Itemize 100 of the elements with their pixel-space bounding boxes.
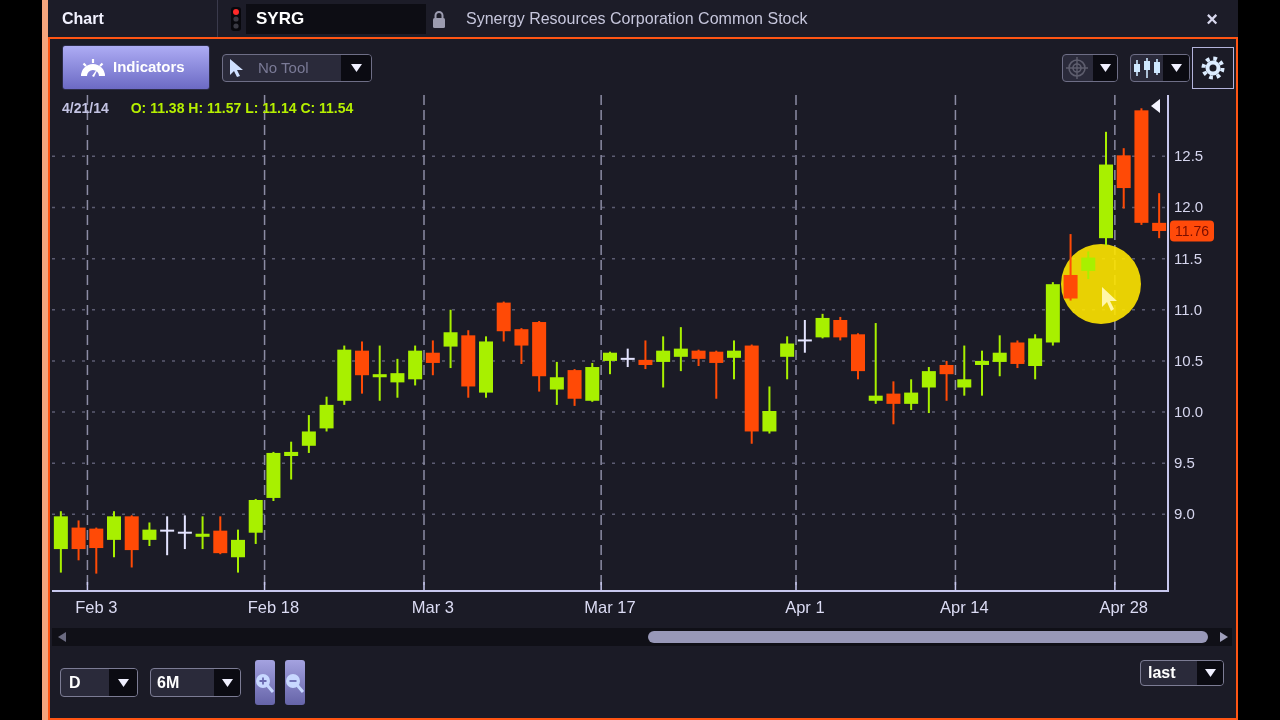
candlestick: [408, 345, 423, 386]
candlestick: [107, 511, 121, 558]
candlestick: [1063, 234, 1078, 301]
settings-icon: [1201, 56, 1225, 80]
scroll-left-icon[interactable]: [58, 632, 66, 642]
zoom-out-icon: [285, 671, 305, 694]
candlestick: [833, 316, 848, 341]
price-label: 10.5: [1174, 351, 1204, 369]
candlestick: [284, 441, 299, 480]
caret-down-icon: [1170, 64, 1182, 72]
scrollbar-track[interactable]: [52, 628, 1232, 646]
candlestick: [1010, 340, 1025, 369]
candlestick: [815, 313, 830, 339]
caret-down-icon: [1204, 669, 1216, 677]
candlestick: [585, 362, 600, 402]
price-label: 9.5: [1174, 454, 1195, 472]
scroll-right-icon[interactable]: [1220, 632, 1228, 642]
candlestick-icon: [1133, 58, 1161, 78]
date-label: Apr 1: [785, 598, 825, 616]
panel-title: Chart: [62, 8, 104, 29]
candlestick: [213, 516, 228, 555]
candlestick: [656, 336, 671, 388]
price-label: 12.5: [1174, 147, 1204, 165]
candlestick: [638, 340, 653, 370]
close-button[interactable]: ×: [1206, 8, 1218, 29]
candlestick: [160, 516, 175, 556]
caret-down-icon: [1099, 64, 1111, 72]
settings-button[interactable]: [1192, 47, 1234, 89]
scrollbar-thumb[interactable]: [648, 631, 1208, 643]
date-label: Feb 18: [247, 598, 300, 616]
candlestick: [177, 515, 192, 550]
candlestick: [355, 341, 369, 394]
candlestick: [549, 361, 564, 405]
candlestick: [603, 351, 617, 375]
candlestick: [479, 336, 493, 398]
lock-icon: [432, 9, 446, 28]
candlestick: [425, 340, 440, 376]
candlestick: [142, 522, 157, 546]
candlestick: [886, 381, 901, 425]
symbol-field[interactable]: SYRG: [246, 3, 426, 34]
range-dropdown[interactable]: 6M: [150, 668, 241, 697]
price-label: 11.0: [1174, 300, 1203, 318]
chart-style-dropdown[interactable]: [1130, 54, 1190, 82]
price-label: 9.0: [1174, 505, 1195, 523]
candlestick: [851, 333, 865, 380]
candlestick: [319, 396, 334, 432]
candlestick: [727, 340, 741, 380]
candlestick: [1045, 282, 1060, 346]
mouse-pointer-icon: [1102, 287, 1117, 311]
candlestick: [1116, 148, 1131, 209]
price-label: 10.0: [1174, 403, 1204, 421]
speedometer-icon: [80, 56, 106, 79]
zoom-out-button[interactable]: [285, 660, 305, 705]
date-label: Apr 14: [939, 598, 989, 616]
candlestick: [1028, 334, 1043, 380]
caret-down-icon: [117, 678, 129, 687]
candlestick: [921, 367, 936, 414]
candlestick: [532, 321, 547, 392]
candlestick: [975, 350, 989, 396]
candlestick: [620, 348, 635, 368]
price-field-dropdown[interactable]: last: [1140, 660, 1224, 686]
candlestick: [248, 498, 263, 544]
candlestick: [372, 345, 387, 401]
candlestick: [53, 511, 68, 573]
zoom-in-button[interactable]: [255, 660, 275, 705]
candlestick: [443, 309, 458, 369]
candlestick: [939, 360, 954, 401]
candlestick: [231, 529, 245, 573]
date-label: Apr 28: [1099, 598, 1149, 616]
zoom-in-icon: [255, 671, 275, 694]
candlestick: [337, 345, 352, 405]
candlestick: [496, 301, 511, 342]
price-label: 12.0: [1174, 198, 1204, 216]
crosshair-icon: [1066, 57, 1088, 79]
candlestick: [71, 520, 86, 561]
candlestick: [195, 516, 210, 550]
candlestick: [673, 327, 688, 372]
candlestick: [89, 527, 104, 574]
last-price-tag: 11.76: [1170, 220, 1214, 242]
candlestick: [1152, 193, 1167, 239]
candlestick: [301, 415, 316, 453]
traffic-light-icon: [231, 6, 241, 31]
candlestick: [780, 336, 795, 380]
date-label: Mar 17: [584, 598, 636, 616]
price-label: 11.5: [1174, 249, 1203, 267]
interval-dropdown[interactable]: D: [60, 668, 138, 697]
candlestick: [709, 350, 724, 399]
candlestick: [514, 328, 529, 364]
candlestick: [691, 349, 706, 366]
crosshair-dropdown[interactable]: [1062, 54, 1118, 82]
date-label: Mar 3: [411, 598, 454, 616]
candlestick: [762, 386, 777, 434]
date-label: Feb 3: [75, 598, 118, 616]
candlestick: [992, 335, 1007, 377]
candlestick: [904, 379, 919, 410]
readout-ohlc: O: 11.38 H: 11.57 L: 11.14 C: 11.54: [130, 99, 354, 118]
pointer-icon: [229, 58, 244, 78]
candlestick: [797, 320, 812, 353]
left-arrow-icon: [1151, 99, 1160, 113]
security-description: Synergy Resources Corporation Common Stock: [466, 8, 808, 29]
